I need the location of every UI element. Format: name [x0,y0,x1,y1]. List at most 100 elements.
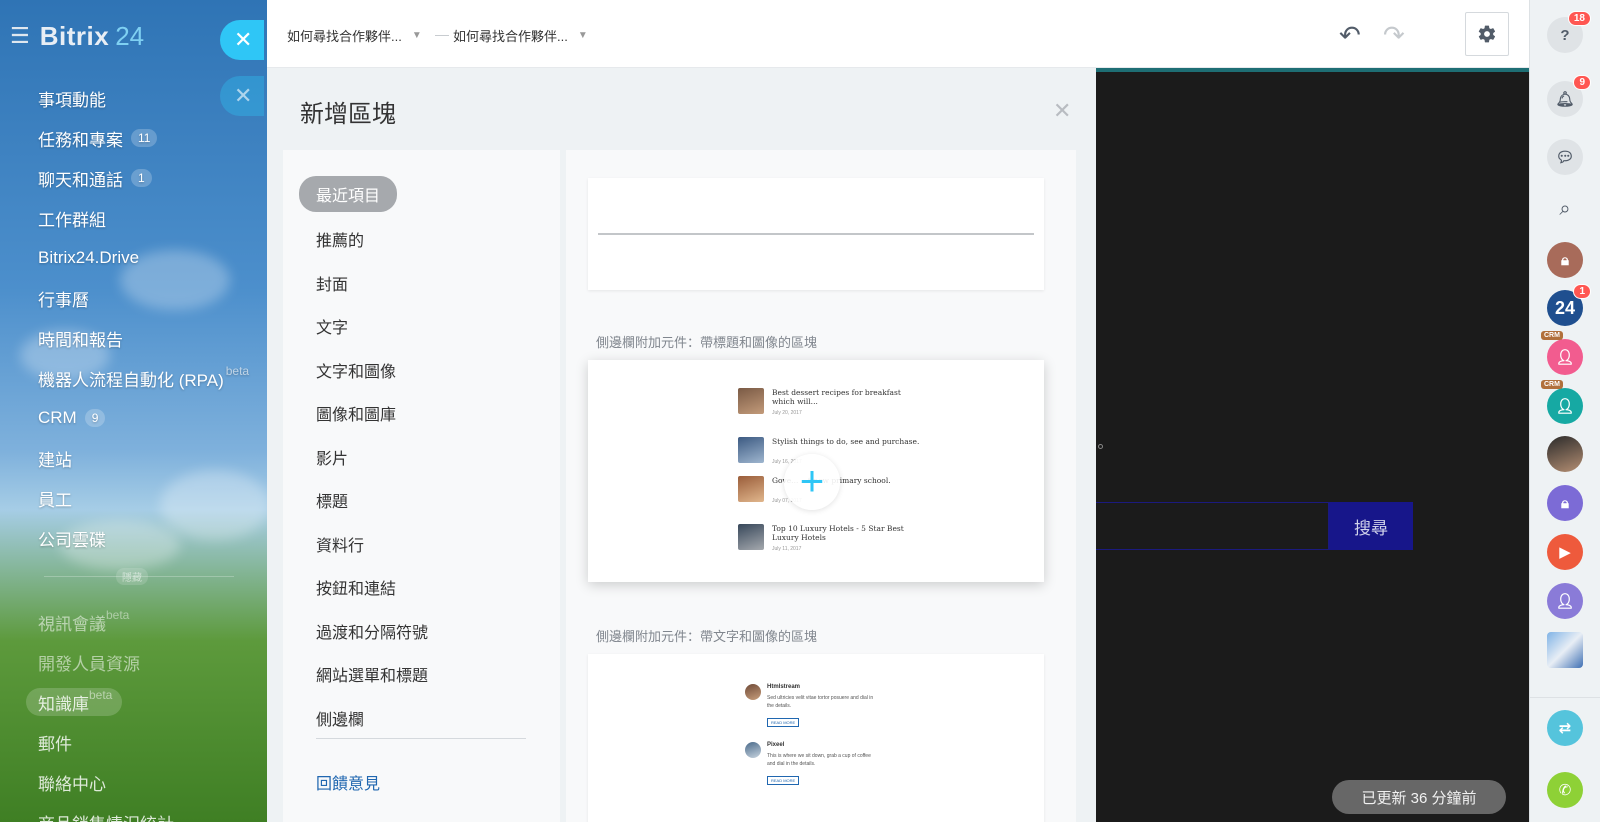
phone-icon: ✆ [1558,782,1572,799]
redo-icon[interactable]: ↷ [1383,20,1405,51]
add-block-plus-icon[interactable]: + [784,454,840,510]
logo-number: 24 [115,20,145,51]
left-sidebar: ☰ Bitrix 24 事項動能 任務和專案 11 聊天和通話 1 工作群組 Bit… [0,0,270,822]
group-chat-button[interactable] [1547,632,1583,668]
close-slider-button[interactable]: ✕ [220,20,264,60]
user-chat-button[interactable]: 👤︎ [1547,583,1583,619]
notifications-button[interactable]: 🔔︎ 9 [1547,75,1591,117]
crm-contact-button[interactable]: CRM 👤︎ [1541,331,1583,375]
lock-icon: 🔒︎ [1561,251,1569,269]
video-icon: ▶ [1559,544,1571,561]
messages-button[interactable]: 💬︎ [1547,139,1583,175]
user-icon: 👤︎ [1555,349,1575,366]
block-sidebar-posts-card[interactable]: Best dessert recipes for breakfast which… [588,360,1044,582]
menu-item-sales-stats[interactable]: 商品銷售情況統計 [38,802,268,822]
menu-item-knowledge-base[interactable]: 知識庫 beta [26,682,268,722]
undo-icon[interactable]: ↶ [1339,20,1361,51]
category-title[interactable]: 標題 [316,488,348,512]
avatar [738,476,764,502]
category-sidebar[interactable]: 側邊欄 [316,706,364,730]
menu-item-company-drive[interactable]: 公司雲碟 [38,518,268,558]
menu-item-drive[interactable]: Bitrix24.Drive [38,238,268,278]
feedback-link[interactable]: 回饋意見 [316,770,380,794]
settings-button[interactable] [1465,12,1509,56]
main-menu: 事項動能 任務和專案 11 聊天和通話 1 工作群組 Bitrix24.Drive … [38,78,268,558]
chat-icon: 💬︎ [1555,149,1575,166]
notif-count-badge: 9 [1573,75,1591,90]
block-label: 側邊欄附加元件：帶文字和圖像的區塊 [596,629,818,644]
locked-chat-button[interactable]: 🔒︎ [1547,242,1583,278]
category-recommended[interactable]: 推薦的 [316,227,364,251]
video-call-button[interactable]: ▶ [1547,534,1583,570]
category-separators[interactable]: 過渡和分隔符號 [316,619,428,643]
category-video[interactable]: 影片 [316,445,348,469]
avatar [745,742,761,758]
menu-item-dev-resources[interactable]: 開發人員資源 [38,642,268,682]
menu-item-tasks[interactable]: 任務和專案 11 [38,118,268,158]
b24-count-badge: 1 [1573,284,1591,299]
site-selector[interactable]: 如何尋找合作夥伴... ▼ [287,26,422,45]
call-button[interactable]: ✆ [1547,772,1583,808]
menu-item-crm[interactable]: CRM 9 [38,398,268,438]
user-avatar-button[interactable] [1547,436,1583,472]
bitrix24-chat-button[interactable]: 24 1 [1547,284,1591,326]
breadcrumb-separator: — [435,26,449,42]
menu-item-time-reports[interactable]: 時間和報告 [38,318,268,358]
avatar [738,437,764,463]
search-icon: ⌕ [1559,197,1571,220]
menu-item-employees[interactable]: 員工 [38,478,268,518]
category-text[interactable]: 文字 [316,314,348,338]
separator-line [598,233,1034,235]
editor-topbar: 如何尋找合作夥伴... ▼ — 如何尋找合作夥伴... ▼ ↶ ↷ [267,0,1529,68]
block-separator-card[interactable] [588,178,1044,290]
page-selector[interactable]: 如何尋找合作夥伴... ▼ [453,26,588,45]
preview-marker [1098,444,1103,449]
hamburger-icon[interactable]: ☰ [10,23,30,49]
menu-item-mail[interactable]: 郵件 [38,722,268,762]
block-list: 側邊欄附加元件：帶標題和圖像的區塊 Best dessert recipes f… [566,150,1076,822]
close-icon[interactable]: ✕ [1053,98,1071,124]
help-count-badge: 18 [1567,11,1591,26]
category-buttons-links[interactable]: 按鈕和連結 [316,575,396,599]
crm-count-badge: 9 [84,409,106,427]
menu-item-sites[interactable]: 建站 [38,438,268,478]
locked-chat-button-2[interactable]: 🔒︎ [1547,485,1583,521]
block-sidebar-text-card[interactable]: Htmlstream Sed ultricies velit vitae tor… [588,654,1044,822]
menu-item-chat[interactable]: 聊天和通話 1 [38,158,268,198]
close-icon: ✕ [234,83,253,108]
hidden-divider[interactable]: 隱藏 [44,568,234,585]
dialog-title: 新增區塊 [300,101,396,128]
user-icon: 👤︎ [1555,398,1575,415]
user-icon: 👤︎ [1555,593,1575,610]
tasks-count-badge: 11 [131,129,158,147]
menu-item-calendar[interactable]: 行事曆 [38,278,268,318]
block-label: 側邊欄附加元件：帶標題和圖像的區塊 [596,335,818,350]
logo-name: Bitrix [39,20,110,51]
menu-item-video-conf[interactable]: 視訊會議 beta [38,602,268,642]
category-image-gallery[interactable]: 圖像和圖庫 [316,401,396,425]
avatar [738,524,764,550]
category-divider [316,738,526,739]
gear-icon [1478,25,1496,43]
avatar [745,684,761,700]
phone-transfer-icon: ⇄ [1558,720,1572,737]
chevron-down-icon: ▼ [411,30,422,41]
category-text-image[interactable]: 文字和圖像 [316,358,396,382]
close-slider-button-secondary[interactable]: ✕ [220,76,264,116]
category-columns[interactable]: 資料行 [316,532,364,556]
category-cover[interactable]: 封面 [316,271,348,295]
menu-item-contact-center[interactable]: 聯絡中心 [38,762,268,802]
preview-search-input[interactable] [1096,502,1329,550]
app-logo[interactable]: ☰ Bitrix 24 [10,20,145,51]
category-site-menu[interactable]: 網站選單和標題 [316,662,428,686]
crm-contact-button-2[interactable]: CRM 👤︎ [1541,380,1583,424]
category-recent[interactable]: 最近項目 [299,176,398,212]
page-preview: 搜尋 已更新 36 分鐘前 [1096,68,1529,822]
preview-search-button[interactable]: 搜尋 [1329,502,1413,550]
telephony-transfer-button[interactable]: ⇄ [1547,710,1583,746]
menu-item-workgroups[interactable]: 工作群組 [38,198,268,238]
help-button[interactable]: ? 18 [1547,11,1591,53]
menu-item-rpa[interactable]: 機器人流程自動化 (RPA) beta [38,358,268,398]
search-button[interactable]: ⌕ [1547,191,1583,227]
updated-status-badge: 已更新 36 分鐘前 [1332,780,1506,814]
